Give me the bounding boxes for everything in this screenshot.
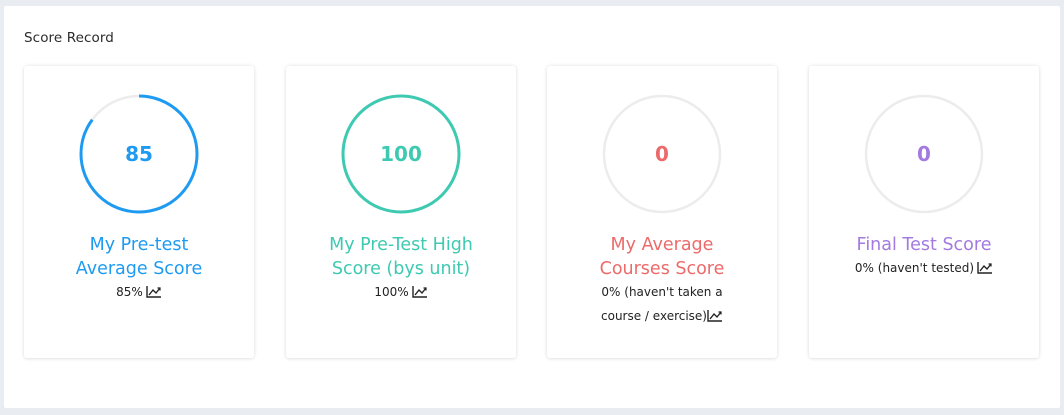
- score-percent: 0% (haven't tested): [854, 261, 975, 275]
- score-value: 0: [655, 142, 669, 166]
- score-value: 0: [917, 142, 931, 166]
- score-record-panel: Score Record 85 My Pre-test Average Scor…: [4, 6, 1060, 408]
- score-ring: 85: [79, 94, 199, 214]
- card-subtitle: 85%: [36, 280, 242, 306]
- card-title: My Pre-Test High Score (bys unit): [296, 233, 506, 281]
- card-title-line: My Average: [610, 235, 714, 255]
- line-chart-icon[interactable]: [146, 282, 162, 306]
- score-ring: 0: [864, 94, 984, 214]
- line-chart-icon[interactable]: [977, 258, 993, 282]
- score-note: course / exercise): [559, 304, 765, 330]
- card-title-line: My Pre-test: [89, 235, 189, 255]
- card-title-line: Average Score: [75, 259, 203, 279]
- score-ring: 0: [602, 94, 722, 214]
- average-courses-card: 0 My Average Courses Score 0% (haven't t…: [547, 66, 777, 358]
- card-title: Final Test Score: [819, 233, 1029, 257]
- card-subtitle: 100%: [298, 280, 504, 306]
- pretest-high-card: 100 My Pre-Test High Score (bys unit) 10…: [286, 66, 516, 358]
- score-percent: 85%: [116, 285, 143, 299]
- card-title-line: My Pre-Test High: [329, 235, 473, 255]
- card-subtitle: 0% (haven't tested): [821, 256, 1027, 282]
- card-title-line: Score (bys unit): [331, 259, 471, 279]
- line-chart-icon[interactable]: [411, 282, 428, 306]
- line-chart-icon[interactable]: [707, 306, 723, 330]
- card-title: My Average Courses Score: [557, 233, 767, 281]
- score-percent: 0% (haven't taken a: [601, 285, 723, 299]
- section-title: Score Record: [24, 30, 114, 46]
- card-title: My Pre-test Average Score: [34, 233, 244, 281]
- final-test-card: 0 Final Test Score 0% (haven't tested): [809, 66, 1039, 358]
- pretest-average-card: 85 My Pre-test Average Score 85%: [24, 66, 254, 358]
- card-subtitle: 0% (haven't taken a course / exercise): [559, 280, 765, 330]
- score-value: 100: [380, 142, 422, 166]
- score-value: 85: [125, 142, 153, 166]
- score-ring: 100: [341, 94, 461, 214]
- score-percent: 100%: [374, 285, 409, 299]
- card-title-line: Final Test Score: [856, 235, 992, 255]
- card-title-line: Courses Score: [599, 259, 725, 279]
